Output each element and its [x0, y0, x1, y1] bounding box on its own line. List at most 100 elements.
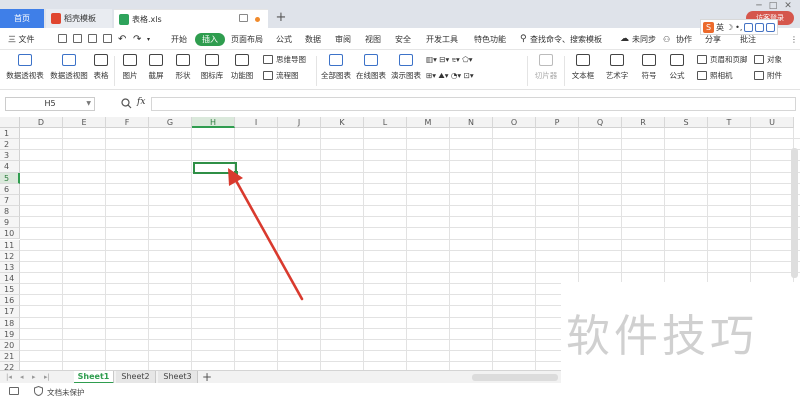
name-box[interactable]: H5 ▼	[5, 97, 95, 111]
slicer-button[interactable]: 切片器	[533, 54, 559, 81]
command-search[interactable]: 查找命令、搜索模板	[530, 33, 602, 46]
row-header-16[interactable]: 16	[0, 295, 20, 307]
redo-icon[interactable]: ↷	[133, 33, 141, 46]
online-charts-button[interactable]: 在线图表	[355, 54, 387, 81]
macro-icon[interactable]	[9, 387, 19, 395]
column-header-d[interactable]: D	[20, 117, 63, 128]
row-header-6[interactable]: 6	[0, 183, 20, 195]
column-header-g[interactable]: G	[149, 117, 192, 128]
horizontal-scrollbar-thumb[interactable]	[472, 374, 558, 381]
pivot-table-button[interactable]: 数据透视表	[6, 54, 44, 81]
column-header-i[interactable]: I	[235, 117, 278, 128]
file-menu[interactable]: 三 文件	[8, 33, 35, 46]
column-header-k[interactable]: K	[321, 117, 364, 128]
column-header-e[interactable]: E	[63, 117, 106, 128]
pivot-chart-button[interactable]: 数据透视图	[49, 54, 89, 81]
camera-button[interactable]: 照相机	[697, 70, 733, 82]
column-header-f[interactable]: F	[106, 117, 149, 128]
function-chart-button[interactable]: 功能图	[229, 54, 255, 81]
flowchart-button[interactable]: 流程图	[263, 70, 299, 82]
attachment-button[interactable]: 附件	[754, 70, 782, 82]
row-header-13[interactable]: 13	[0, 261, 20, 273]
ime-language[interactable]: 英	[716, 22, 724, 33]
menu-tab-page-layout[interactable]: 页面布局	[231, 33, 263, 46]
menu-tab-insert[interactable]: 插入	[195, 33, 225, 46]
row-header-4[interactable]: 4	[0, 161, 20, 173]
shapes-button[interactable]: 形状	[172, 54, 194, 81]
row-header-10[interactable]: 10	[0, 228, 20, 240]
tab-home[interactable]: 首页	[0, 9, 44, 28]
mindmap-button[interactable]: 思维导图	[263, 54, 306, 66]
monitor-icon[interactable]	[239, 14, 248, 22]
formula-button[interactable]: 公式	[666, 54, 688, 81]
collaborate-button[interactable]: 协作	[676, 33, 692, 46]
fill-handle[interactable]	[234, 171, 238, 175]
chart-type-row-1[interactable]: ▥▾ ⊟▾ ⩳▾ ⬠▾	[426, 54, 514, 66]
row-header-20[interactable]: 20	[0, 339, 20, 351]
ime-tools-icon[interactable]	[766, 22, 776, 32]
wordart-button[interactable]: 艺术字	[603, 54, 631, 81]
row-header-2[interactable]: 2	[0, 139, 20, 151]
column-header-o[interactable]: O	[493, 117, 536, 128]
column-header-h[interactable]: H	[192, 117, 235, 128]
column-header-m[interactable]: M	[407, 117, 450, 128]
symbol-button[interactable]: 符号	[638, 54, 660, 81]
column-header-j[interactable]: J	[278, 117, 321, 128]
menu-tab-home[interactable]: 开始	[171, 33, 187, 46]
column-header-t[interactable]: T	[708, 117, 751, 128]
row-header-14[interactable]: 14	[0, 272, 20, 285]
document-protection-status[interactable]: 文档未保护	[47, 387, 85, 398]
menu-tab-data[interactable]: 数据	[305, 33, 321, 46]
menu-tab-view[interactable]: 视图	[365, 33, 381, 46]
row-header-7[interactable]: 7	[0, 194, 20, 207]
ime-keyboard-icon[interactable]	[744, 22, 754, 32]
demo-charts-button[interactable]: 演示图表	[390, 54, 422, 81]
ime-skin-icon[interactable]	[755, 22, 765, 32]
column-header-r[interactable]: R	[622, 117, 665, 128]
column-header-l[interactable]: L	[364, 117, 407, 128]
row-header-19[interactable]: 19	[0, 328, 20, 340]
menu-tab-security[interactable]: 安全	[395, 33, 411, 46]
chart-type-row-2[interactable]: ⊞▾ ⛰▾ ◔▾ ⊡▾	[426, 70, 514, 82]
sync-status[interactable]: 未同步	[632, 33, 656, 46]
all-charts-button[interactable]: 全部图表	[320, 54, 352, 81]
row-header-21[interactable]: 21	[0, 351, 20, 363]
tab-docer-templates[interactable]: 稻壳模板	[46, 9, 112, 28]
row-header-22[interactable]: 22	[0, 362, 20, 370]
row-header-5[interactable]: 5	[0, 172, 20, 184]
first-sheet-icon[interactable]: |◂	[6, 373, 12, 381]
next-sheet-icon[interactable]: ▸	[32, 373, 36, 381]
menu-tab-features[interactable]: 特色功能	[474, 33, 506, 46]
column-header-s[interactable]: S	[665, 117, 708, 128]
tab-spreadsheet-file[interactable]: 表格.xls	[114, 9, 268, 28]
undo-icon[interactable]: ↶	[118, 33, 126, 46]
row-header-1[interactable]: 1	[0, 128, 20, 140]
row-header-15[interactable]: 15	[0, 284, 20, 296]
collaborate-icon[interactable]: ⚇	[663, 33, 670, 46]
export-pdf-icon[interactable]	[73, 34, 82, 43]
screenshot-button[interactable]: 截屏	[145, 54, 167, 81]
print-preview-icon[interactable]	[103, 34, 112, 43]
vertical-scrollbar-thumb[interactable]	[791, 148, 798, 278]
icon-library-button[interactable]: 图标库	[199, 54, 225, 81]
row-header-9[interactable]: 9	[0, 217, 20, 229]
selected-cell-h5[interactable]	[193, 162, 238, 175]
column-header-n[interactable]: N	[450, 117, 493, 128]
add-sheet-button[interactable]: +	[202, 370, 212, 384]
search-icon[interactable]: ⚲	[520, 33, 527, 46]
print-icon[interactable]	[88, 34, 97, 43]
more-options-icon[interactable]: ⋮	[790, 33, 798, 46]
row-header-11[interactable]: 11	[0, 239, 20, 251]
ime-punct-icon[interactable]: •,	[735, 23, 742, 32]
quick-access-more-icon[interactable]: ▾	[147, 33, 150, 46]
textbox-button[interactable]: 文本框	[569, 54, 597, 81]
formula-input[interactable]	[151, 97, 796, 111]
column-header-p[interactable]: P	[536, 117, 579, 128]
ime-moon-icon[interactable]: ☽	[726, 23, 733, 32]
zoom-icon[interactable]	[121, 98, 132, 109]
chart-type-grid[interactable]: ▥▾ ⊟▾ ⩳▾ ⬠▾	[426, 54, 514, 66]
row-header-17[interactable]: 17	[0, 306, 20, 318]
prev-sheet-icon[interactable]: ◂	[20, 373, 24, 381]
object-button[interactable]: 对象	[754, 54, 782, 66]
row-header-3[interactable]: 3	[0, 150, 20, 162]
